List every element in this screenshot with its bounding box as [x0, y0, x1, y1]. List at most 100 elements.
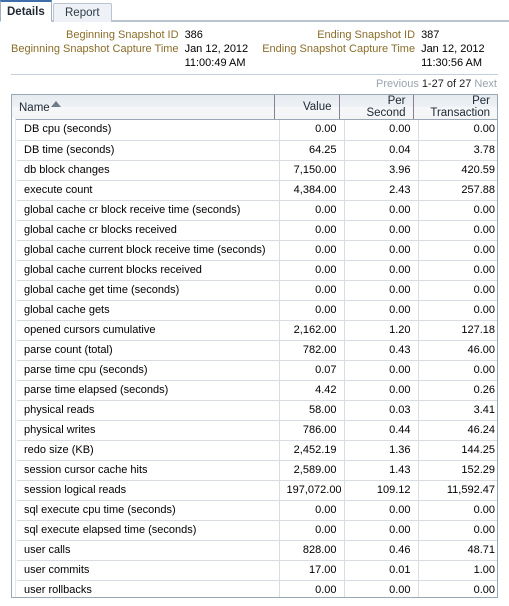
cell-value: 64.25: [278, 140, 344, 161]
table-row[interactable]: physical writes 786.00 0.44 46.24: [17, 420, 497, 441]
table-row[interactable]: user calls 828.00 0.46 48.71: [17, 540, 497, 561]
table-row[interactable]: parse count (total) 782.00 0.43 46.00: [17, 340, 497, 361]
cell-per-transaction: 0.00: [417, 300, 497, 321]
table-row[interactable]: execute count 4,384.00 2.43 257.88: [17, 180, 497, 201]
cell-name: redo size (KB): [17, 440, 279, 461]
cell-per-transaction: 0.00: [417, 360, 497, 381]
cell-value: 4,384.00: [278, 180, 344, 201]
cell-per-transaction: 0.00: [417, 520, 497, 541]
metrics-table-container: Name Value Per Second Per Transaction DB…: [11, 94, 498, 598]
table-row[interactable]: physical reads 58.00 0.03 3.41: [17, 400, 497, 421]
cell-value: 0.00: [278, 240, 344, 261]
tab-details[interactable]: Details: [0, 0, 52, 22]
table-row[interactable]: session cursor cache hits 2,589.00 1.43 152…: [17, 460, 497, 481]
cell-name: parse time cpu (seconds): [17, 360, 279, 381]
cell-name: DB cpu (seconds): [17, 120, 279, 141]
cell-per-transaction: 11,592.47: [417, 480, 497, 501]
beginning-capture-time-label: Beginning Snapshot Capture Time: [11, 43, 179, 55]
pagination-range: 1-27: [421, 78, 444, 90]
cell-value: 2,452.19: [278, 440, 344, 461]
column-header-per-second[interactable]: Per Second: [338, 95, 413, 120]
ending-capture-time-value: Jan 12, 2012 11:30:56 AM: [421, 42, 499, 70]
column-header-per-transaction[interactable]: Per Transaction: [412, 95, 497, 120]
cell-value: 0.00: [278, 260, 344, 281]
sort-ascending-icon[interactable]: [50, 100, 61, 107]
cell-value: 58.00: [278, 400, 344, 421]
cell-per-transaction: 257.88: [417, 180, 497, 201]
cell-name: parse count (total): [17, 340, 279, 361]
column-header-name[interactable]: Name: [12, 95, 274, 120]
beginning-capture-time-clock: 11:00:49 AM: [184, 57, 246, 69]
table-row[interactable]: parse time cpu (seconds) 0.07 0.00 0.00: [17, 360, 497, 381]
cell-per-transaction: 46.24: [417, 420, 497, 441]
table-row[interactable]: user rollbacks 0.00 0.00 0.00: [17, 580, 497, 597]
cell-per-second: 0.04: [343, 140, 418, 161]
cell-per-second: 0.00: [343, 220, 418, 241]
table-row[interactable]: parse time elapsed (seconds) 4.42 0.00 0.26: [17, 380, 497, 401]
table-row[interactable]: global cache get time (seconds) 0.00 0.00 0…: [17, 280, 497, 301]
cell-per-second: 1.36: [343, 440, 418, 461]
cell-per-second: 0.03: [343, 400, 418, 421]
cell-per-second: 0.44: [343, 420, 418, 441]
snapshot-capture-time-row: Beginning Snapshot Capture Time Jan 12, …: [11, 42, 499, 70]
cell-name: opened cursors cumulative: [17, 320, 279, 341]
table-left-gutter: [12, 118, 16, 597]
table-row[interactable]: DB time (seconds) 64.25 0.04 3.78: [17, 140, 497, 161]
cell-value: 828.00: [278, 540, 344, 561]
beginning-capture-time-value: Jan 12, 2012 11:00:49 AM: [185, 42, 263, 70]
cell-value: 0.00: [278, 500, 344, 521]
cell-value: 786.00: [278, 420, 344, 441]
cell-value: 17.00: [278, 560, 344, 581]
tab-report-label: Report: [65, 7, 100, 19]
table-row[interactable]: user commits 17.00 0.01 1.00: [17, 560, 497, 581]
table-row[interactable]: global cache cr blocks received 0.00 0.00 0…: [17, 220, 497, 241]
cell-per-second: 1.43: [343, 460, 418, 481]
cell-per-second: 0.43: [343, 340, 418, 361]
table-row[interactable]: session logical reads 197,072.00 109.12 11,…: [17, 480, 497, 501]
cell-value: 782.00: [278, 340, 344, 361]
cell-name: global cache cr blocks received: [17, 220, 279, 241]
table-row[interactable]: global cache cr block receive time (seco…: [17, 200, 497, 221]
table-row[interactable]: global cache current block receive time …: [17, 240, 497, 261]
table-row[interactable]: sql execute elapsed time (seconds) 0.00 0.…: [17, 520, 497, 541]
tab-report[interactable]: Report: [53, 3, 112, 22]
metrics-table-body-scroll[interactable]: DB cpu (seconds) 0.00 0.00 0.00 DB time (sec…: [17, 120, 497, 597]
next-link[interactable]: Next: [474, 78, 497, 90]
table-row[interactable]: global cache gets 0.00 0.00 0.00: [17, 300, 497, 321]
cell-value: 0.00: [278, 300, 344, 321]
snapshot-summary-table: Beginning Snapshot ID 386 Ending Snapsho…: [11, 28, 499, 70]
pagination-bar: Previous 1-27 of 27 Next: [0, 75, 509, 94]
cell-per-second: 0.00: [343, 520, 418, 541]
snapshot-summary: Beginning Snapshot ID 386 Ending Snapsho…: [0, 22, 509, 70]
table-row[interactable]: opened cursors cumulative 2,162.00 1.20 127…: [17, 320, 497, 341]
cell-per-second: 2.43: [343, 180, 418, 201]
table-row[interactable]: redo size (KB) 2,452.19 1.36 144.25: [17, 440, 497, 461]
cell-per-transaction: 0.00: [417, 280, 497, 301]
cell-value: 0.00: [278, 220, 344, 241]
cell-per-transaction: 0.00: [417, 120, 497, 141]
cell-name: session cursor cache hits: [17, 460, 279, 481]
column-header-name-label: Name: [19, 101, 50, 114]
cell-value: 197,072.00: [278, 480, 344, 501]
cell-value: 0.07: [278, 360, 344, 381]
cell-per-transaction: 0.26: [417, 380, 497, 401]
tab-strip: Details Report: [0, 0, 509, 22]
cell-value: 0.00: [278, 200, 344, 221]
column-header-value[interactable]: Value: [273, 95, 339, 120]
cell-name: global cache current blocks received: [17, 260, 279, 281]
table-row[interactable]: sql execute cpu time (seconds) 0.00 0.00 0.…: [17, 500, 497, 521]
cell-per-second: 0.00: [343, 200, 418, 221]
cell-per-second: 0.00: [343, 240, 418, 261]
cell-per-transaction: 0.00: [417, 240, 497, 261]
cell-value: 0.00: [278, 580, 344, 597]
ending-capture-time-date: Jan 12, 2012: [421, 43, 485, 55]
table-row[interactable]: db block changes 7,150.00 3.96 420.59: [17, 160, 497, 181]
cell-name: execute count: [17, 180, 279, 201]
cell-name: global cache gets: [17, 300, 279, 321]
cell-per-transaction: 48.71: [417, 540, 497, 561]
table-row[interactable]: global cache current blocks received 0.00…: [17, 260, 497, 281]
previous-link[interactable]: Previous: [376, 78, 419, 90]
cell-per-second: 0.00: [343, 300, 418, 321]
cell-value: 0.00: [278, 520, 344, 541]
table-row[interactable]: DB cpu (seconds) 0.00 0.00 0.00: [17, 120, 497, 141]
